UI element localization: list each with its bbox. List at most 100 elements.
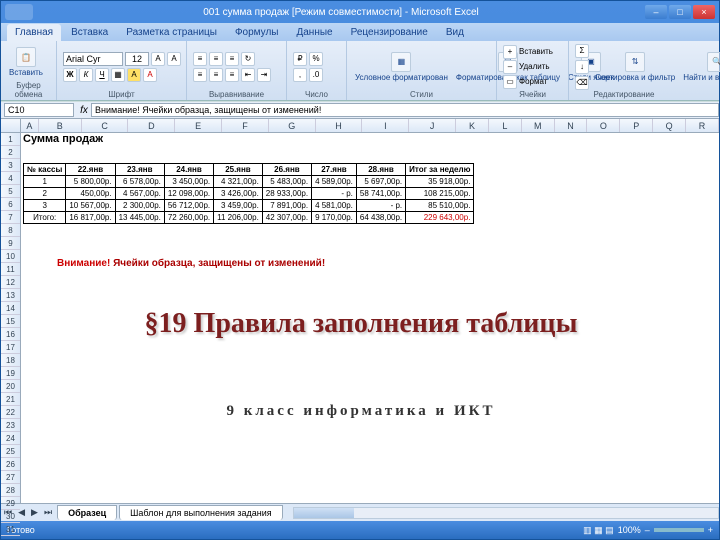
row-header[interactable]: 23	[1, 419, 20, 432]
font-size-input[interactable]	[125, 52, 149, 66]
align-center-icon[interactable]: ≡	[209, 68, 223, 82]
indent-dec-icon[interactable]: ⇤	[241, 68, 255, 82]
close-button[interactable]: ×	[693, 5, 715, 19]
row-header[interactable]: 3	[1, 159, 20, 172]
column-header[interactable]: D	[128, 119, 175, 132]
ribbon-tab[interactable]: Данные	[288, 24, 340, 41]
column-header[interactable]: R	[686, 119, 719, 132]
align-mid-icon[interactable]: ≡	[209, 52, 223, 66]
percent-icon[interactable]: %	[309, 52, 323, 66]
row-header[interactable]: 1	[1, 133, 20, 146]
column-header[interactable]: C	[82, 119, 129, 132]
row-header[interactable]: 21	[1, 393, 20, 406]
worksheet[interactable]: ABCDEFGHIJKLMNOPQR 123456789101112131415…	[1, 119, 719, 503]
row-header[interactable]: 4	[1, 172, 20, 185]
row-header[interactable]: 10	[1, 250, 20, 263]
row-header[interactable]: 25	[1, 445, 20, 458]
zoom-slider[interactable]	[654, 528, 704, 532]
column-header[interactable]: G	[269, 119, 316, 132]
shrink-font-icon[interactable]: A	[167, 52, 181, 66]
font-color-icon[interactable]: A	[143, 68, 157, 82]
grow-font-icon[interactable]: A	[151, 52, 165, 66]
row-header[interactable]: 31	[1, 523, 20, 536]
column-header[interactable]: E	[175, 119, 222, 132]
row-header[interactable]: 7	[1, 211, 20, 224]
fill-color-icon[interactable]: A	[127, 68, 141, 82]
sort-filter-button[interactable]: ⇅Сортировка и фильтр	[593, 50, 677, 84]
column-header[interactable]: O	[587, 119, 620, 132]
formula-input[interactable]: Внимание! Ячейки образца, защищены от из…	[91, 103, 719, 117]
row-header[interactable]: 27	[1, 471, 20, 484]
column-header[interactable]: A	[21, 119, 39, 132]
align-top-icon[interactable]: ≡	[193, 52, 207, 66]
row-header[interactable]: 13	[1, 289, 20, 302]
column-header[interactable]: L	[489, 119, 522, 132]
bold-icon[interactable]: Ж	[63, 68, 77, 82]
tab-nav-last[interactable]: ⏭	[41, 507, 55, 518]
name-box[interactable]: C10	[4, 103, 74, 117]
column-header[interactable]: I	[362, 119, 409, 132]
ribbon-tab[interactable]: Разметка страницы	[118, 24, 225, 41]
indent-inc-icon[interactable]: ⇥	[257, 68, 271, 82]
column-header[interactable]: Q	[653, 119, 686, 132]
tab-nav-next[interactable]: ▶	[28, 507, 41, 518]
comma-icon[interactable]: ,	[293, 68, 307, 82]
row-header[interactable]: 5	[1, 185, 20, 198]
ribbon-tab[interactable]: Рецензирование	[343, 24, 436, 41]
row-header[interactable]: 18	[1, 354, 20, 367]
format-cells-icon[interactable]: ▭	[503, 75, 517, 89]
fill-icon[interactable]: ↓	[575, 60, 589, 74]
row-header[interactable]: 11	[1, 263, 20, 276]
row-header[interactable]: 8	[1, 224, 20, 237]
cond-format-button[interactable]: ▦Условное форматирован	[353, 50, 450, 84]
insert-cells-icon[interactable]: +	[503, 45, 517, 59]
row-header[interactable]: 24	[1, 432, 20, 445]
column-header[interactable]: B	[39, 119, 82, 132]
column-header[interactable]: F	[222, 119, 269, 132]
row-header[interactable]: 26	[1, 458, 20, 471]
row-header[interactable]: 30	[1, 510, 20, 523]
orientation-icon[interactable]: ↻	[241, 52, 255, 66]
row-header[interactable]: 16	[1, 328, 20, 341]
office-button[interactable]	[5, 4, 33, 20]
ribbon-tab[interactable]: Формулы	[227, 24, 287, 41]
delete-cells-icon[interactable]: –	[503, 60, 517, 74]
font-name-input[interactable]	[63, 52, 123, 66]
row-header[interactable]: 15	[1, 315, 20, 328]
align-bot-icon[interactable]: ≡	[225, 52, 239, 66]
zoom-in-icon[interactable]: +	[708, 525, 713, 535]
minimize-button[interactable]: –	[645, 5, 667, 19]
row-header[interactable]: 9	[1, 237, 20, 250]
align-right-icon[interactable]: ≡	[225, 68, 239, 82]
horizontal-scrollbar[interactable]	[293, 507, 719, 519]
underline-icon[interactable]: Ч	[95, 68, 109, 82]
border-icon[interactable]: ▦	[111, 68, 125, 82]
autosum-icon[interactable]: Σ	[575, 44, 589, 58]
clear-icon[interactable]: ⌫	[575, 76, 589, 90]
dec-inc-icon[interactable]: .0	[309, 68, 323, 82]
align-left-icon[interactable]: ≡	[193, 68, 207, 82]
sheet-tab[interactable]: Шаблон для выполнения задания	[119, 505, 283, 520]
row-header[interactable]: 22	[1, 406, 20, 419]
view-icons[interactable]: ▥ ▦ ▤	[583, 525, 614, 536]
zoom-out-icon[interactable]: –	[645, 525, 650, 535]
column-header[interactable]: M	[522, 119, 555, 132]
column-header[interactable]: H	[316, 119, 363, 132]
column-header[interactable]: J	[409, 119, 456, 132]
column-header[interactable]: N	[555, 119, 588, 132]
maximize-button[interactable]: □	[669, 5, 691, 19]
row-header[interactable]: 6	[1, 198, 20, 211]
sheet-tab[interactable]: Образец	[57, 505, 117, 520]
row-header[interactable]: 29	[1, 497, 20, 510]
column-header[interactable]: P	[620, 119, 653, 132]
ribbon-tab[interactable]: Вставка	[63, 24, 116, 41]
column-header[interactable]: K	[456, 119, 489, 132]
row-header[interactable]: 12	[1, 276, 20, 289]
row-header[interactable]: 20	[1, 380, 20, 393]
currency-icon[interactable]: ₽	[293, 52, 307, 66]
ribbon-tab[interactable]: Вид	[438, 24, 472, 41]
ribbon-tab[interactable]: Главная	[7, 24, 61, 41]
row-header[interactable]: 2	[1, 146, 20, 159]
row-header[interactable]: 17	[1, 341, 20, 354]
row-header[interactable]: 19	[1, 367, 20, 380]
